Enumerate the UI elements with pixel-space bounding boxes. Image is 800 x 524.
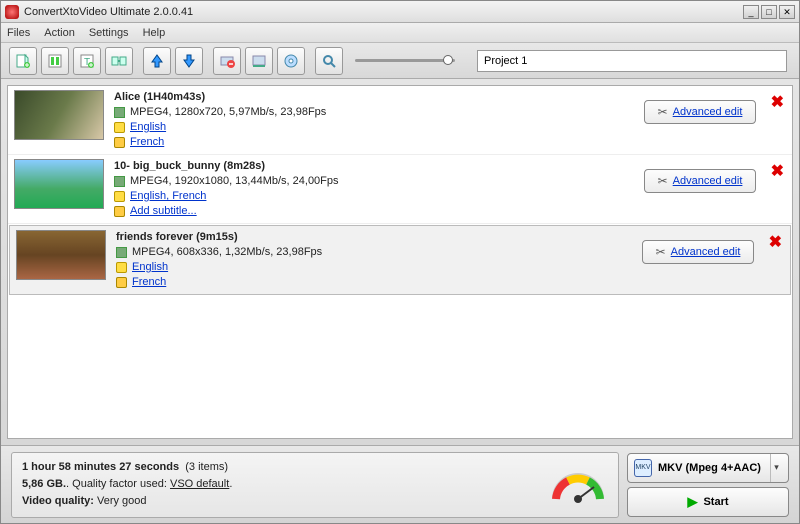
advanced-edit-button[interactable]: ✂Advanced edit	[644, 169, 756, 193]
project-name-input[interactable]	[477, 50, 787, 72]
audio-link[interactable]: English, French	[130, 189, 206, 204]
audio-icon	[116, 262, 127, 273]
subtitle-icon	[114, 206, 125, 217]
play-icon: ▶	[687, 494, 697, 510]
format-label: MKV (Mpeg 4+AAC)	[658, 462, 764, 474]
remove-item-button[interactable]: ✖	[769, 232, 782, 252]
format-icon: MKV	[634, 459, 652, 477]
video-quality-value: Very good	[97, 495, 147, 507]
list-item[interactable]: friends forever (9m15s) MPEG4, 608x336, …	[9, 225, 791, 295]
titlebar: ConvertXtoVideo Ultimate 2.0.0.41 _ □ ✕	[1, 1, 799, 23]
quality-gauge-icon	[548, 459, 608, 511]
advanced-edit-button[interactable]: ✂Advanced edit	[642, 240, 754, 264]
audio-link[interactable]: English	[130, 120, 166, 135]
move-up-button[interactable]	[143, 47, 171, 75]
subtitle-link[interactable]: French	[132, 275, 166, 290]
app-icon	[5, 5, 19, 19]
menubar: Files Action Settings Help	[1, 23, 799, 43]
menu-settings[interactable]: Settings	[89, 27, 129, 39]
film-icon	[114, 176, 125, 187]
menu-files[interactable]: Files	[7, 27, 30, 39]
advanced-edit-button[interactable]: ✂Advanced edit	[644, 100, 756, 124]
merge-button[interactable]	[105, 47, 133, 75]
scissors-icon: ✂	[658, 174, 668, 188]
total-duration: 1 hour 58 minutes 27 seconds	[22, 461, 179, 473]
move-down-button[interactable]	[175, 47, 203, 75]
quality-factor-label: . Quality factor used:	[66, 478, 167, 490]
close-button[interactable]: ✕	[779, 5, 795, 19]
thumbnail	[14, 159, 104, 209]
zoom-slider[interactable]	[355, 59, 465, 62]
quality-factor-link[interactable]: VSO default	[170, 478, 229, 490]
add-chapter-button[interactable]	[41, 47, 69, 75]
edit-button[interactable]	[245, 47, 273, 75]
film-icon	[114, 107, 125, 118]
scissors-icon: ✂	[658, 105, 668, 119]
menu-help[interactable]: Help	[143, 27, 166, 39]
item-meta: MPEG4, 1920x1080, 13,44Mb/s, 24,00Fps	[130, 174, 339, 189]
scissors-icon: ✂	[656, 245, 666, 259]
list-item[interactable]: Alice (1H40m43s) MPEG4, 1280x720, 5,97Mb…	[8, 86, 792, 155]
thumbnail	[14, 90, 104, 140]
subtitle-link[interactable]: French	[130, 135, 164, 150]
items-count: (3 items)	[185, 461, 228, 473]
chevron-down-icon: ▾	[770, 454, 782, 482]
audio-icon	[114, 191, 125, 202]
video-quality-label: Video quality:	[22, 495, 94, 507]
summary-panel: 1 hour 58 minutes 27 seconds (3 items) 5…	[11, 452, 619, 518]
audio-icon	[114, 122, 125, 133]
file-list: Alice (1H40m43s) MPEG4, 1280x720, 5,97Mb…	[7, 85, 793, 439]
toolbar: T	[1, 43, 799, 79]
subtitle-link[interactable]: Add subtitle...	[130, 204, 197, 219]
footer: 1 hour 58 minutes 27 seconds (3 items) 5…	[1, 445, 799, 523]
item-meta: MPEG4, 1280x720, 5,97Mb/s, 23,98Fps	[130, 105, 326, 120]
menu-action[interactable]: Action	[44, 27, 75, 39]
app-window: ConvertXtoVideo Ultimate 2.0.0.41 _ □ ✕ …	[0, 0, 800, 524]
start-label: Start	[703, 496, 728, 508]
remove-item-button[interactable]: ✖	[771, 92, 784, 112]
remove-item-button[interactable]: ✖	[771, 161, 784, 181]
preview-button[interactable]	[315, 47, 343, 75]
subtitle-icon	[114, 137, 125, 148]
total-size: 5,86 GB.	[22, 478, 66, 490]
start-button[interactable]: ▶ Start	[627, 487, 789, 517]
add-file-button[interactable]	[9, 47, 37, 75]
output-format-button[interactable]: MKV MKV (Mpeg 4+AAC) ▾	[627, 453, 789, 483]
add-title-button[interactable]: T	[73, 47, 101, 75]
maximize-button[interactable]: □	[761, 5, 777, 19]
audio-link[interactable]: English	[132, 260, 168, 275]
film-icon	[116, 247, 127, 258]
thumbnail	[16, 230, 106, 280]
burn-button[interactable]	[277, 47, 305, 75]
item-meta: MPEG4, 608x336, 1,32Mb/s, 23,98Fps	[132, 245, 322, 260]
window-title: ConvertXtoVideo Ultimate 2.0.0.41	[24, 6, 743, 18]
subtitle-icon	[116, 277, 127, 288]
minimize-button[interactable]: _	[743, 5, 759, 19]
list-item[interactable]: 10- big_buck_bunny (8m28s) MPEG4, 1920x1…	[8, 155, 792, 224]
remove-button[interactable]	[213, 47, 241, 75]
